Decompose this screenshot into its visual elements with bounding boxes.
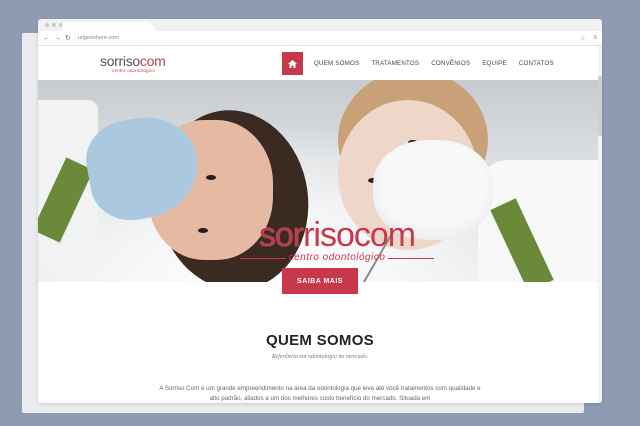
saiba-mais-button[interactable]: SAIBA MAIS — [282, 268, 358, 294]
menu-icon[interactable]: ≡ — [593, 35, 597, 41]
browser-window: ← → ↻ urlgoeshere.com ☆ ≡ sorrisocom cen… — [38, 19, 602, 403]
address-bar: ← → ↻ urlgoeshere.com ☆ ≡ — [38, 31, 602, 46]
window-dot[interactable] — [52, 23, 56, 27]
nav-equipe[interactable]: EQUIPE — [482, 60, 507, 67]
forward-arrow-icon[interactable]: → — [54, 35, 61, 42]
about-subtitle: Referência em odontologia no mercado. — [271, 354, 369, 360]
scrollbar[interactable] — [598, 46, 602, 403]
home-icon — [288, 59, 297, 68]
nav-contatos[interactable]: CONTATOS — [519, 60, 554, 67]
logo-text-part1: sorriso — [100, 53, 140, 69]
back-arrow-icon[interactable]: ← — [43, 35, 50, 42]
hero-logo: sorrisocom centro odontológico — [237, 218, 437, 263]
hero-logo-part2: com — [353, 216, 416, 254]
hero-logo-part1: sorriso — [258, 216, 355, 254]
logo-tagline: centro odontológico — [112, 68, 156, 73]
nav-convenios[interactable]: CONVÊNIOS — [431, 60, 470, 67]
site-logo[interactable]: sorrisocom centro odontológico — [100, 53, 166, 74]
hero-logo-tagline: centro odontológico — [288, 252, 386, 263]
main-nav: QUEM SOMOS TRATAMENTOS CONVÊNIOS EQUIPE … — [282, 52, 560, 75]
window-controls — [45, 23, 63, 27]
reload-icon[interactable]: ↻ — [65, 35, 71, 42]
window-dot[interactable] — [45, 23, 49, 27]
about-section: QUEM SOMOS Referência em odontologia no … — [38, 282, 602, 403]
nav-quem-somos[interactable]: QUEM SOMOS — [314, 60, 359, 67]
browser-tab[interactable] — [62, 22, 156, 31]
about-title: QUEM SOMOS — [265, 332, 374, 349]
home-button[interactable] — [282, 52, 303, 75]
scroll-thumb[interactable] — [598, 76, 602, 136]
star-icon[interactable]: ☆ — [580, 35, 585, 42]
site-header: sorrisocom centro odontológico QUEM SOMO… — [38, 46, 602, 80]
hero-banner: sorrisocom centro odontológico — [38, 80, 602, 282]
about-body: A Sorriso Com é um grande empreendimento… — [159, 385, 481, 402]
website: sorrisocom centro odontológico QUEM SOMO… — [38, 46, 602, 403]
url-field[interactable]: urlgoeshere.com — [78, 35, 572, 41]
nav-tratamentos[interactable]: TRATAMENTOS — [371, 60, 419, 67]
browser-tabbar — [38, 19, 602, 31]
logo-text-part2: com — [139, 53, 166, 69]
